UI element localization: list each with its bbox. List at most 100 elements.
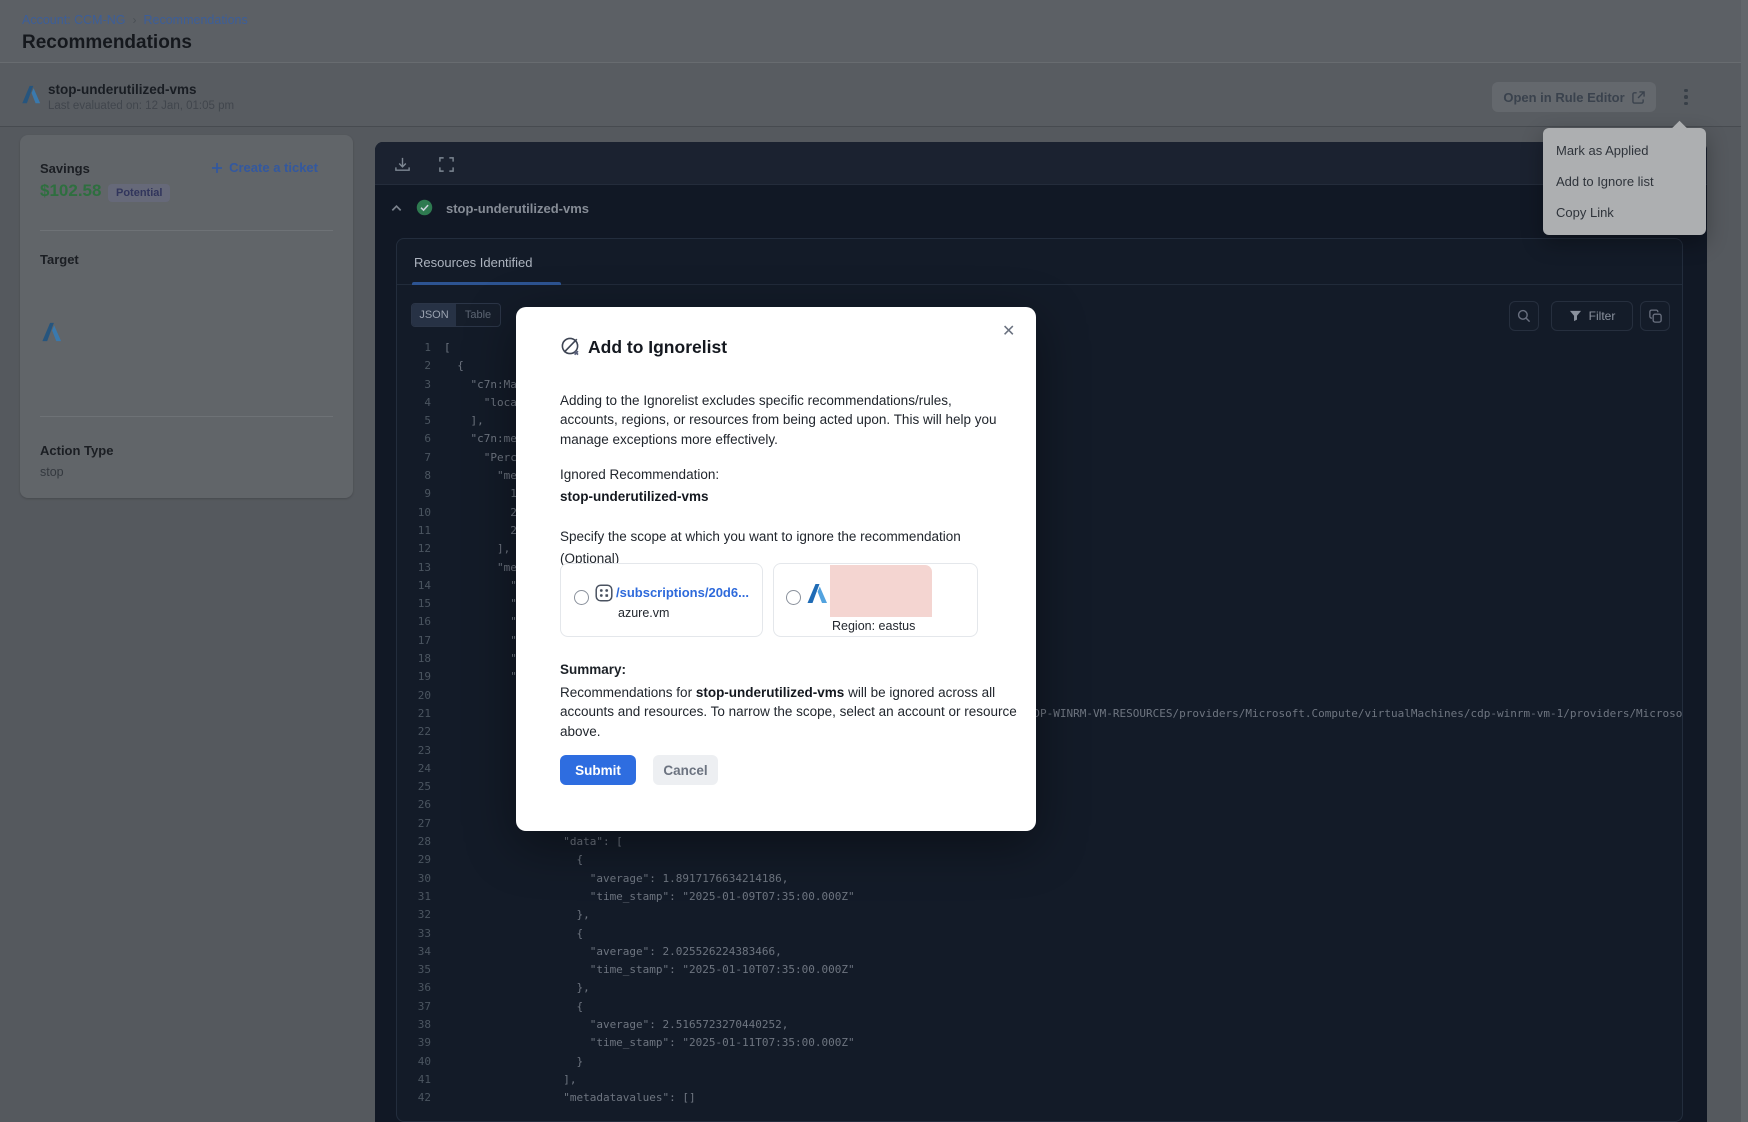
- toggle-json-segment[interactable]: JSON: [412, 304, 456, 326]
- action-type-label: Action Type: [40, 443, 113, 458]
- download-icon: [394, 156, 411, 173]
- code-line: 36 },: [397, 979, 1683, 997]
- code-line: 41 ],: [397, 1071, 1683, 1089]
- divider: [40, 416, 333, 417]
- more-actions-kebab-button[interactable]: [1674, 84, 1698, 110]
- summary-label: Summary:: [560, 662, 626, 677]
- code-line: 37 {: [397, 998, 1683, 1016]
- region-label: Region: eastus: [832, 619, 915, 633]
- success-check-icon: [416, 199, 433, 216]
- account-scope-radio[interactable]: [786, 590, 801, 605]
- menu-item-copy-link[interactable]: Copy Link: [1543, 197, 1706, 228]
- rule-name: stop-underutilized-vms: [48, 82, 197, 97]
- summary-text: Recommendations for stop-underutilized-v…: [560, 683, 1017, 741]
- add-to-ignorelist-modal: ✕ Add to Ignorelist Adding to the Ignore…: [516, 307, 1036, 831]
- open-in-rule-editor-button[interactable]: Open in Rule Editor: [1492, 82, 1656, 112]
- filter-button[interactable]: Filter: [1551, 301, 1633, 331]
- code-line: 33 {: [397, 925, 1683, 943]
- filter-funnel-icon: [1569, 310, 1582, 322]
- toggle-table-segment[interactable]: Table: [456, 304, 500, 326]
- close-icon: ✕: [1002, 323, 1015, 340]
- code-line: 29 {: [397, 851, 1683, 869]
- scope-card-resource[interactable]: /subscriptions/20d6... azure.vm: [560, 563, 763, 637]
- target-label: Target: [40, 252, 79, 267]
- modal-intro: Adding to the Ignorelist excludes specif…: [560, 391, 996, 449]
- page-header: Account: CCM-NG › Recommendations Recomm…: [0, 0, 1748, 63]
- summary-line3: above.: [560, 724, 601, 739]
- filter-label: Filter: [1589, 309, 1616, 323]
- modal-intro-line3: manage exceptions more effectively.: [560, 432, 778, 447]
- subscription-link[interactable]: /subscriptions/20d6...: [616, 585, 749, 600]
- summary-line1-end: will be ignored across all: [844, 685, 995, 700]
- redacted-account-name: [830, 565, 932, 617]
- azure-account-icon: [805, 582, 829, 606]
- resource-scope-radio[interactable]: [574, 590, 589, 605]
- tab-resources-identified[interactable]: Resources Identified: [414, 255, 533, 270]
- collapse-rule-chevron[interactable]: [388, 200, 404, 216]
- view-toggle: JSON Table: [411, 303, 501, 327]
- subscription-resource-icon: [594, 583, 614, 603]
- chevron-up-icon: [390, 202, 403, 215]
- create-ticket-link[interactable]: Create a ticket: [211, 160, 318, 175]
- external-link-icon: [1632, 91, 1645, 104]
- menu-item-mark-as-applied[interactable]: Mark as Applied: [1543, 135, 1706, 166]
- code-line: 38 "average": 2.5165723270440252,: [397, 1016, 1683, 1034]
- summary-line2: accounts and resources. To narrow the sc…: [560, 704, 1017, 719]
- code-line: 35 "time_stamp": "2025-01-10T07:35:00.00…: [397, 961, 1683, 979]
- panel-rule-name: stop-underutilized-vms: [446, 201, 589, 216]
- azure-icon: [20, 84, 42, 106]
- code-line: 31 "time_stamp": "2025-01-09T07:35:00.00…: [397, 888, 1683, 906]
- code-line: 30 "average": 1.8917176634214186,: [397, 870, 1683, 888]
- tab-row: Resources Identified: [397, 239, 1682, 285]
- copy-icon: [1648, 309, 1663, 324]
- fullscreen-button[interactable]: [437, 155, 455, 173]
- recommendation-summary-card: Savings Create a ticket $102.58 Potentia…: [20, 135, 353, 498]
- summary-prefix: Recommendations for: [560, 685, 696, 700]
- savings-value: $102.58: [40, 181, 101, 201]
- breadcrumb-separator-icon: ›: [133, 13, 137, 27]
- resource-type-label: azure.vm: [618, 606, 669, 620]
- active-tab-underline: [412, 282, 561, 285]
- code-line: 40 }: [397, 1053, 1683, 1071]
- fullscreen-icon: [438, 156, 455, 173]
- cancel-button[interactable]: Cancel: [653, 755, 718, 785]
- page-title: Recommendations: [22, 32, 192, 54]
- azure-target-icon: [40, 321, 63, 344]
- breadcrumb: Account: CCM-NG › Recommendations: [22, 13, 248, 27]
- download-button[interactable]: [393, 155, 411, 173]
- search-button[interactable]: [1509, 301, 1539, 331]
- breadcrumb-page-link[interactable]: Recommendations: [144, 13, 248, 27]
- modal-close-button[interactable]: ✕: [1002, 321, 1015, 341]
- savings-label: Savings: [40, 161, 90, 176]
- savings-status-badge: Potential: [108, 184, 170, 202]
- ignored-recommendation-label: Ignored Recommendation:: [560, 467, 719, 482]
- code-line: 28 "data": [: [397, 833, 1683, 851]
- ignored-recommendation-value: stop-underutilized-vms: [560, 489, 709, 504]
- modal-intro-line1: Adding to the Ignorelist excludes specif…: [560, 393, 952, 408]
- code-line: 42 "metadatavalues": []: [397, 1089, 1683, 1107]
- code-line: 39 "time_stamp": "2025-01-11T07:35:00.00…: [397, 1034, 1683, 1052]
- summary-rule-name: stop-underutilized-vms: [696, 685, 845, 700]
- scope-card-account[interactable]: Region: eastus: [773, 563, 978, 637]
- divider: [40, 230, 333, 231]
- create-ticket-label: Create a ticket: [229, 160, 318, 175]
- plus-icon: [211, 162, 223, 174]
- breadcrumb-account-link[interactable]: Account: CCM-NG: [22, 13, 126, 27]
- rule-last-evaluated: Last evaluated on: 12 Jan, 01:05 pm: [48, 100, 234, 112]
- copy-button[interactable]: [1640, 301, 1670, 331]
- ignore-icon: [560, 336, 582, 358]
- scope-line1: Specify the scope at which you want to i…: [560, 529, 961, 544]
- submit-button[interactable]: Submit: [560, 755, 636, 785]
- code-line: 34 "average": 2.025526224383466,: [397, 943, 1683, 961]
- code-line: 32 },: [397, 906, 1683, 924]
- modal-intro-line2: accounts, regions, or resources from bei…: [560, 412, 996, 427]
- actions-dropdown-menu: Mark as Applied Add to Ignore list Copy …: [1543, 128, 1706, 235]
- rule-header: stop-underutilized-vms Last evaluated on…: [0, 63, 1748, 127]
- panel-toolbar: [375, 142, 1707, 185]
- menu-item-add-to-ignore-list[interactable]: Add to Ignore list: [1543, 166, 1706, 197]
- search-icon: [1517, 309, 1531, 323]
- page-scrollbar[interactable]: [1741, 0, 1748, 1122]
- action-type-value: stop: [40, 465, 64, 479]
- modal-title: Add to Ignorelist: [588, 337, 727, 358]
- open-in-rule-editor-label: Open in Rule Editor: [1503, 90, 1624, 105]
